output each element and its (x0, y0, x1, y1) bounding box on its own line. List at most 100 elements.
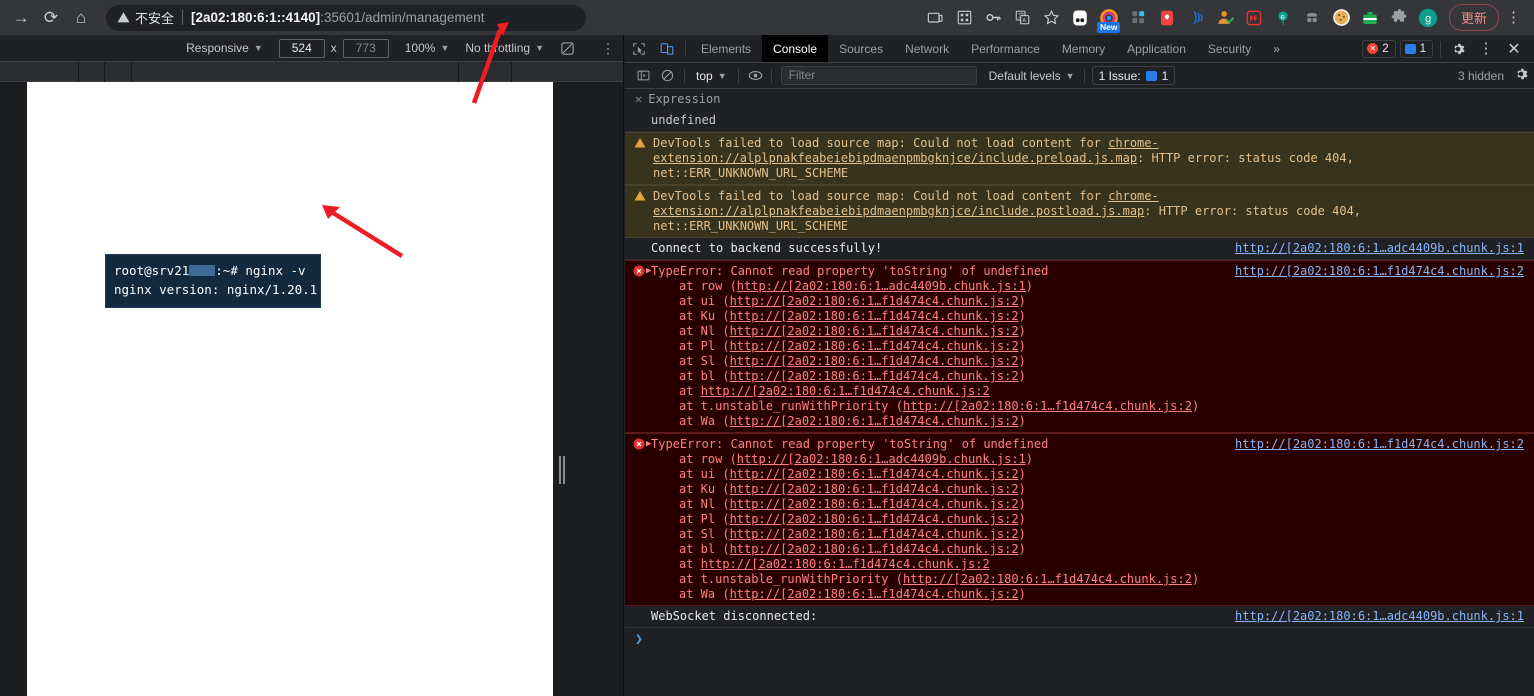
console-settings-icon[interactable] (1514, 67, 1528, 84)
rotate-device-icon[interactable] (560, 41, 575, 56)
console-prompt[interactable]: ❯ (625, 628, 1534, 651)
password-key-icon[interactable] (979, 3, 1008, 32)
log-levels-select[interactable]: Default levels ▼ (989, 69, 1075, 83)
tab-memory[interactable]: Memory (1051, 35, 1116, 62)
reload-button[interactable]: ⟳ (36, 4, 66, 32)
stack-close: ) (1018, 587, 1026, 601)
zoom-select[interactable]: 100% ▼ (405, 41, 450, 55)
extension-user-check-icon[interactable] (1211, 3, 1240, 32)
stack-link[interactable]: http://[2a02:180:6:1…f1d474c4.chunk.js:2 (903, 572, 1192, 586)
extension-fastforward-icon[interactable] (1240, 3, 1269, 32)
console-error-row[interactable]: ▶ TypeError: Cannot read property 'toStr… (625, 260, 1534, 433)
stack-link[interactable]: http://[2a02:180:6:1…f1d474c4.chunk.js:2 (730, 527, 1019, 541)
profile-avatar[interactable]: g (1414, 3, 1443, 32)
console-error-row[interactable]: ▶ TypeError: Cannot read property 'toStr… (625, 433, 1534, 606)
tab-performance[interactable]: Performance (960, 35, 1051, 62)
height-input[interactable]: 773 (342, 38, 389, 58)
device-width-ruler[interactable] (0, 62, 623, 82)
stack-link[interactable]: http://[2a02:180:6:1…f1d474c4.chunk.js:2 (701, 384, 990, 398)
stack-link[interactable]: http://[2a02:180:6:1…f1d474c4.chunk.js:2 (730, 467, 1019, 481)
throttling-select[interactable]: No throttling ▼ (465, 41, 544, 55)
console-info-row[interactable]: Connect to backend successfully! http://… (625, 238, 1534, 260)
stack-link[interactable]: http://[2a02:180:6:1…f1d474c4.chunk.js:2 (730, 497, 1019, 511)
width-input[interactable]: 524 (278, 38, 325, 58)
extension-cookie-icon[interactable] (1327, 3, 1356, 32)
chevron-down-icon: ▼ (535, 43, 544, 53)
extension-shield-icon[interactable] (1153, 3, 1182, 32)
tabs-overflow-button[interactable]: » (1262, 35, 1291, 62)
stack-link[interactable]: http://[2a02:180:6:1…f1d474c4.chunk.js:2 (730, 587, 1019, 601)
source-link[interactable]: http://[2a02:180:6:1…adc4409b.chunk.js:1 (1235, 241, 1524, 256)
stack-link[interactable]: http://[2a02:180:6:1…f1d474c4.chunk.js:2 (730, 294, 1019, 308)
stack-link[interactable]: http://[2a02:180:6:1…f1d474c4.chunk.js:2 (730, 309, 1019, 323)
navigation-buttons: → ⟳ ⌂ (0, 4, 96, 32)
stack-link[interactable]: http://[2a02:180:6:1…adc4409b.chunk.js:1 (737, 279, 1026, 293)
extension-e-icon[interactable]: e (1269, 3, 1298, 32)
console-filter-input[interactable]: Filter (780, 66, 977, 85)
stack-link[interactable]: http://[2a02:180:6:1…f1d474c4.chunk.js:2 (730, 542, 1019, 556)
extension-pocketbook-icon[interactable] (1066, 3, 1095, 32)
clear-console-icon[interactable] (655, 66, 679, 86)
message-count-badge[interactable]: 1 (1399, 39, 1433, 58)
issues-button[interactable]: 1 Issue: 1 (1091, 66, 1176, 85)
bookmark-star-icon[interactable] (1037, 3, 1066, 32)
extension-wifi-icon[interactable] (1182, 3, 1211, 32)
stack-link[interactable]: http://[2a02:180:6:1…f1d474c4.chunk.js:2 (730, 324, 1019, 338)
more-tools-icon[interactable]: ⋮ (1472, 41, 1500, 56)
page-viewport[interactable] (27, 82, 553, 696)
source-link[interactable]: http://[2a02:180:6:1…f1d474c4.chunk.js:2 (1235, 264, 1524, 279)
extensions-puzzle-icon[interactable] (1385, 3, 1414, 32)
extension-grid-icon[interactable] (1124, 3, 1153, 32)
device-select[interactable]: Responsive ▼ (186, 41, 263, 55)
console-warning-row[interactable]: DevTools failed to load source map: Coul… (625, 132, 1534, 185)
expand-triangle-icon[interactable]: ▶ (646, 437, 651, 452)
qr-code-icon[interactable] (950, 3, 979, 32)
hidden-count-label[interactable]: 3 hidden (1458, 69, 1504, 83)
close-icon[interactable]: ✕ (1500, 39, 1528, 59)
execution-context-select[interactable]: top ▼ (690, 69, 733, 83)
close-expression-icon[interactable]: ✕ (635, 92, 642, 106)
websocket-message: WebSocket disconnected: (651, 609, 818, 623)
tab-sources[interactable]: Sources (828, 35, 894, 62)
viewport-resize-handle[interactable] (556, 455, 568, 485)
error-count-badge[interactable]: ✕ 2 (1362, 39, 1396, 58)
stack-link[interactable]: http://[2a02:180:6:1…f1d474c4.chunk.js:2 (701, 557, 990, 571)
tab-console[interactable]: Console (762, 35, 829, 62)
source-link[interactable]: http://[2a02:180:6:1…f1d474c4.chunk.js:2 (1235, 437, 1524, 452)
svg-text:g: g (1426, 13, 1432, 25)
stack-link[interactable]: http://[2a02:180:6:1…f1d474c4.chunk.js:2 (730, 414, 1019, 428)
extension-rainbow-icon[interactable]: New (1095, 3, 1124, 33)
expand-triangle-icon[interactable]: ▶ (646, 264, 651, 279)
address-bar[interactable]: 不安全 [2a02:180:6:1::4140]:35601/admin/man… (106, 4, 586, 31)
console-message-list[interactable]: ✕ Expression undefined DevTools failed to… (625, 89, 1534, 696)
tab-application[interactable]: Application (1116, 35, 1197, 62)
console-sidebar-icon[interactable] (631, 66, 655, 86)
stack-link[interactable]: http://[2a02:180:6:1…f1d474c4.chunk.js:2 (730, 512, 1019, 526)
source-link[interactable]: http://[2a02:180:6:1…adc4409b.chunk.js:1 (1235, 609, 1524, 624)
extension-toolbox-icon[interactable] (1356, 3, 1385, 32)
home-button[interactable]: ⌂ (66, 4, 96, 32)
inspect-element-icon[interactable] (625, 35, 653, 62)
stack-link[interactable]: http://[2a02:180:6:1…f1d474c4.chunk.js:2 (730, 369, 1019, 383)
live-expression-icon[interactable] (744, 66, 768, 86)
stack-link[interactable]: http://[2a02:180:6:1…f1d474c4.chunk.js:2 (730, 339, 1019, 353)
translate-icon[interactable]: 文A (1008, 3, 1037, 32)
stack-link[interactable]: http://[2a02:180:6:1…f1d474c4.chunk.js:2 (730, 482, 1019, 496)
stack-link[interactable]: http://[2a02:180:6:1…f1d474c4.chunk.js:2 (903, 399, 1192, 413)
toggle-device-toolbar-icon[interactable] (653, 35, 681, 62)
device-toolbar: Responsive ▼ 524 x 773 100% ▼ No throttl… (0, 35, 623, 62)
extension-spy-icon[interactable] (1298, 3, 1327, 32)
forward-button[interactable]: → (6, 4, 36, 32)
tab-network[interactable]: Network (894, 35, 960, 62)
console-warning-row[interactable]: DevTools failed to load source map: Coul… (625, 185, 1534, 238)
kebab-menu-icon[interactable]: ⋮ (1499, 3, 1528, 32)
stack-link[interactable]: http://[2a02:180:6:1…adc4409b.chunk.js:1 (737, 452, 1026, 466)
more-options-icon[interactable]: ⋮ (601, 41, 615, 55)
console-websocket-row[interactable]: WebSocket disconnected: http://[2a02:180… (625, 606, 1534, 628)
tab-elements[interactable]: Elements (690, 35, 762, 62)
stack-link[interactable]: http://[2a02:180:6:1…f1d474c4.chunk.js:2 (730, 354, 1019, 368)
update-button[interactable]: 更新 (1448, 4, 1499, 31)
gear-icon[interactable] (1444, 42, 1472, 56)
tab-security[interactable]: Security (1197, 35, 1262, 62)
cast-icon[interactable] (921, 3, 950, 32)
